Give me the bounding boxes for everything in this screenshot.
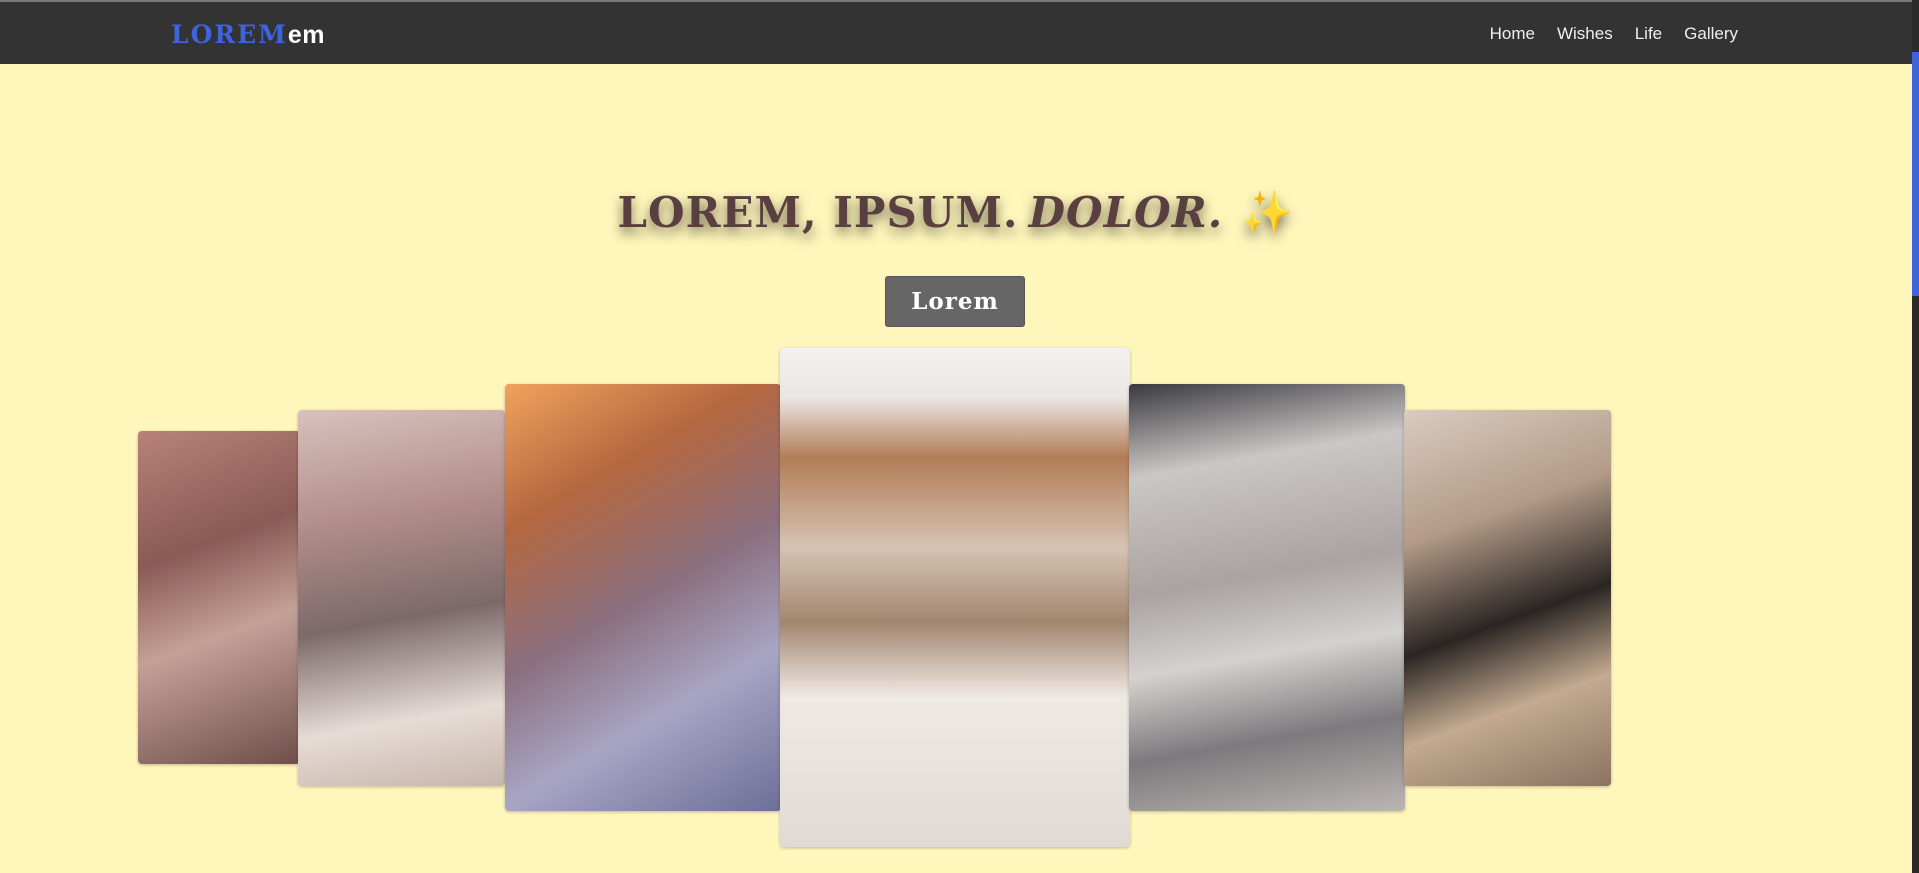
hero-title-italic: DOLOR. (1028, 188, 1224, 238)
navbar: LOREMem Home Wishes Life Gallery (0, 2, 1912, 64)
scrollbar[interactable] (1912, 0, 1919, 873)
nav-link-life[interactable]: Life (1635, 24, 1662, 44)
sparkles-icon: ✨ (1241, 188, 1295, 238)
gallery-photo-5[interactable] (1129, 384, 1405, 811)
brand-logo-part1: LOREM (171, 20, 288, 49)
gallery-photo-2[interactable] (298, 410, 505, 786)
gallery-photo-1[interactable] (138, 431, 300, 764)
hero-title: LOREM, IPSUM. DOLOR. ✨ (0, 188, 1912, 238)
brand-logo[interactable]: LOREMem (171, 20, 325, 50)
gallery-photo-3[interactable] (505, 384, 781, 811)
nav-link-gallery[interactable]: Gallery (1684, 24, 1738, 44)
hero-title-main: LOREM, IPSUM. (617, 188, 1019, 238)
gallery-photo-6[interactable] (1404, 410, 1611, 786)
nav-link-home[interactable]: Home (1490, 24, 1535, 44)
hero-button[interactable]: Lorem (885, 276, 1025, 327)
brand-logo-part2: em (287, 21, 326, 49)
gallery-photo-4[interactable] (780, 348, 1130, 847)
nav-links: Home Wishes Life Gallery (1490, 24, 1738, 44)
nav-link-wishes[interactable]: Wishes (1557, 24, 1613, 44)
scrollbar-thumb[interactable] (1912, 52, 1919, 296)
